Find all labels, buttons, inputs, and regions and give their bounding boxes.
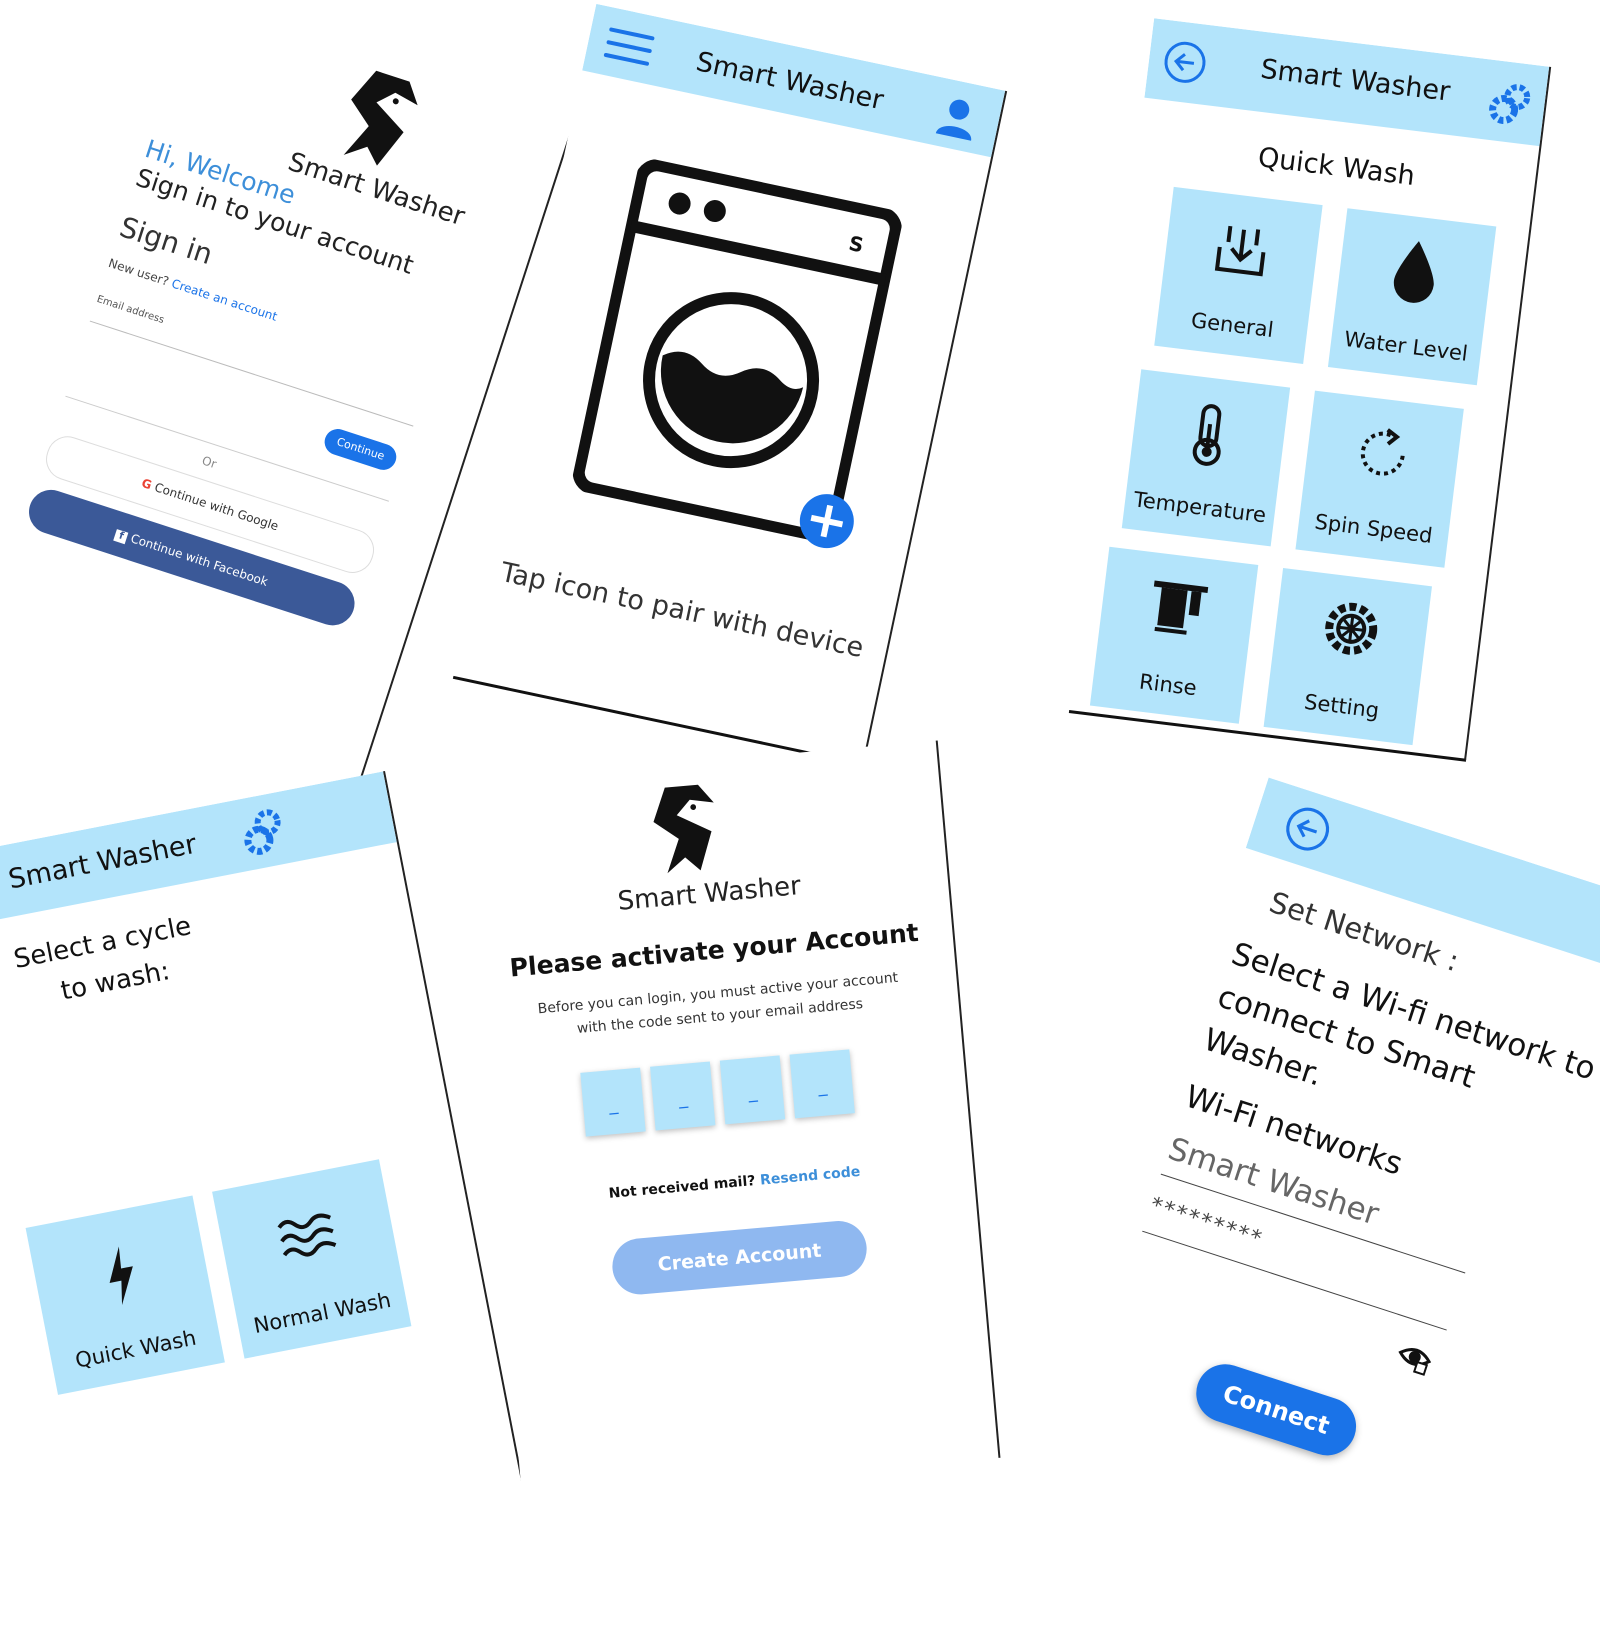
code-digit-1[interactable]: _	[580, 1067, 646, 1137]
app-title: Smart Washer	[693, 46, 887, 117]
eye-icon[interactable]	[1392, 1334, 1437, 1379]
quick-wash-option[interactable]: Quick Wash	[25, 1195, 225, 1395]
back-icon[interactable]	[1279, 800, 1337, 858]
code-inputs: _ _ _ _	[580, 1048, 865, 1137]
settings-icon[interactable]	[235, 801, 294, 862]
gear-icon	[1325, 602, 1378, 655]
normal-wash-option[interactable]: Normal Wash	[212, 1159, 412, 1359]
app-title: Smart Washer	[5, 828, 200, 896]
lightning-icon	[109, 1246, 133, 1305]
resend-row: Not received mail? Resend code	[496, 1154, 974, 1212]
network-screen: Set Network : Select a Wi-fi network to …	[1033, 777, 1600, 1642]
new-user-text: New user?	[106, 255, 171, 289]
connect-label: Connect	[1219, 1379, 1333, 1441]
code-placeholder: _	[747, 1081, 759, 1104]
connect-button[interactable]: Connect	[1188, 1356, 1364, 1463]
spin-icon	[1360, 428, 1405, 476]
tile-label: Temperature	[1132, 487, 1268, 528]
brand-logo	[343, 70, 418, 166]
menu-icon[interactable]	[603, 23, 655, 68]
tile-label: Rinse	[1137, 669, 1199, 701]
code-digit-2[interactable]: _	[650, 1061, 716, 1131]
continue-button[interactable]: Continue	[321, 425, 400, 474]
google-icon: G	[139, 475, 154, 493]
user-icon[interactable]	[932, 91, 984, 143]
create-account-link[interactable]: Create an account	[170, 276, 279, 323]
option-label: Quick Wash	[73, 1325, 199, 1373]
password-underline	[1142, 1230, 1447, 1331]
top-bar: Smart Washer	[0, 771, 397, 934]
tile-rinse[interactable]: Rinse	[1089, 546, 1259, 724]
not-received-text: Not received mail?	[608, 1173, 757, 1202]
waves-icon	[277, 1213, 337, 1257]
settings-icon[interactable]	[1484, 76, 1540, 132]
code-placeholder: _	[817, 1075, 828, 1098]
tile-temperature[interactable]: Temperature	[1121, 369, 1291, 547]
top-bar: Smart Washer	[582, 3, 1006, 158]
plus-icon[interactable]	[794, 488, 860, 554]
tile-label: General	[1189, 308, 1275, 343]
back-icon[interactable]	[1160, 38, 1209, 87]
email-label: Email address	[95, 293, 166, 327]
tile-water-level[interactable]: Water Level	[1327, 208, 1497, 386]
general-icon	[1214, 225, 1266, 277]
activate-screen: Smart Washer Please activate your Accoun…	[459, 740, 1001, 1500]
code-digit-3[interactable]: _	[719, 1055, 786, 1125]
create-account-button[interactable]: Create Account	[610, 1218, 869, 1297]
quick-wash-screen: Smart Washer Quick Wash General Water Le…	[1068, 18, 1552, 762]
or-separator: Or	[200, 453, 219, 472]
tile-label: Water Level	[1342, 326, 1470, 366]
thermometer-icon	[1192, 404, 1222, 466]
code-placeholder: _	[677, 1087, 689, 1110]
tile-label: Setting	[1302, 689, 1381, 723]
google-label: Continue with Google	[152, 480, 281, 534]
code-placeholder: _	[607, 1093, 619, 1116]
tile-general[interactable]: General	[1154, 186, 1323, 364]
email-input[interactable]	[89, 320, 414, 427]
cycle-screen: Smart Washer Select a cycle to wash: Qui…	[0, 771, 527, 1589]
tile-label: Spin Speed	[1313, 509, 1434, 548]
continue-label: Continue	[335, 435, 387, 463]
resend-link[interactable]: Resend code	[760, 1164, 861, 1189]
rinse-icon	[1153, 580, 1209, 635]
create-account-label: Create Account	[656, 1239, 823, 1276]
top-bar: Smart Washer	[1144, 18, 1550, 147]
tile-spin-speed[interactable]: Spin Speed	[1295, 390, 1464, 568]
washing-machine-icon[interactable]: S	[570, 156, 905, 545]
tile-setting[interactable]: Setting	[1263, 568, 1432, 746]
water-drop-icon	[1393, 241, 1434, 303]
facebook-icon: f	[113, 529, 129, 545]
cycle-prompt-2: to wash:	[58, 956, 173, 1007]
app-title: Smart Washer	[1258, 53, 1452, 108]
brand-logo	[653, 784, 714, 874]
code-digit-4[interactable]: _	[789, 1049, 855, 1119]
option-label: Normal Wash	[251, 1287, 393, 1338]
pair-hint: Tap icon to pair with device	[497, 556, 867, 665]
